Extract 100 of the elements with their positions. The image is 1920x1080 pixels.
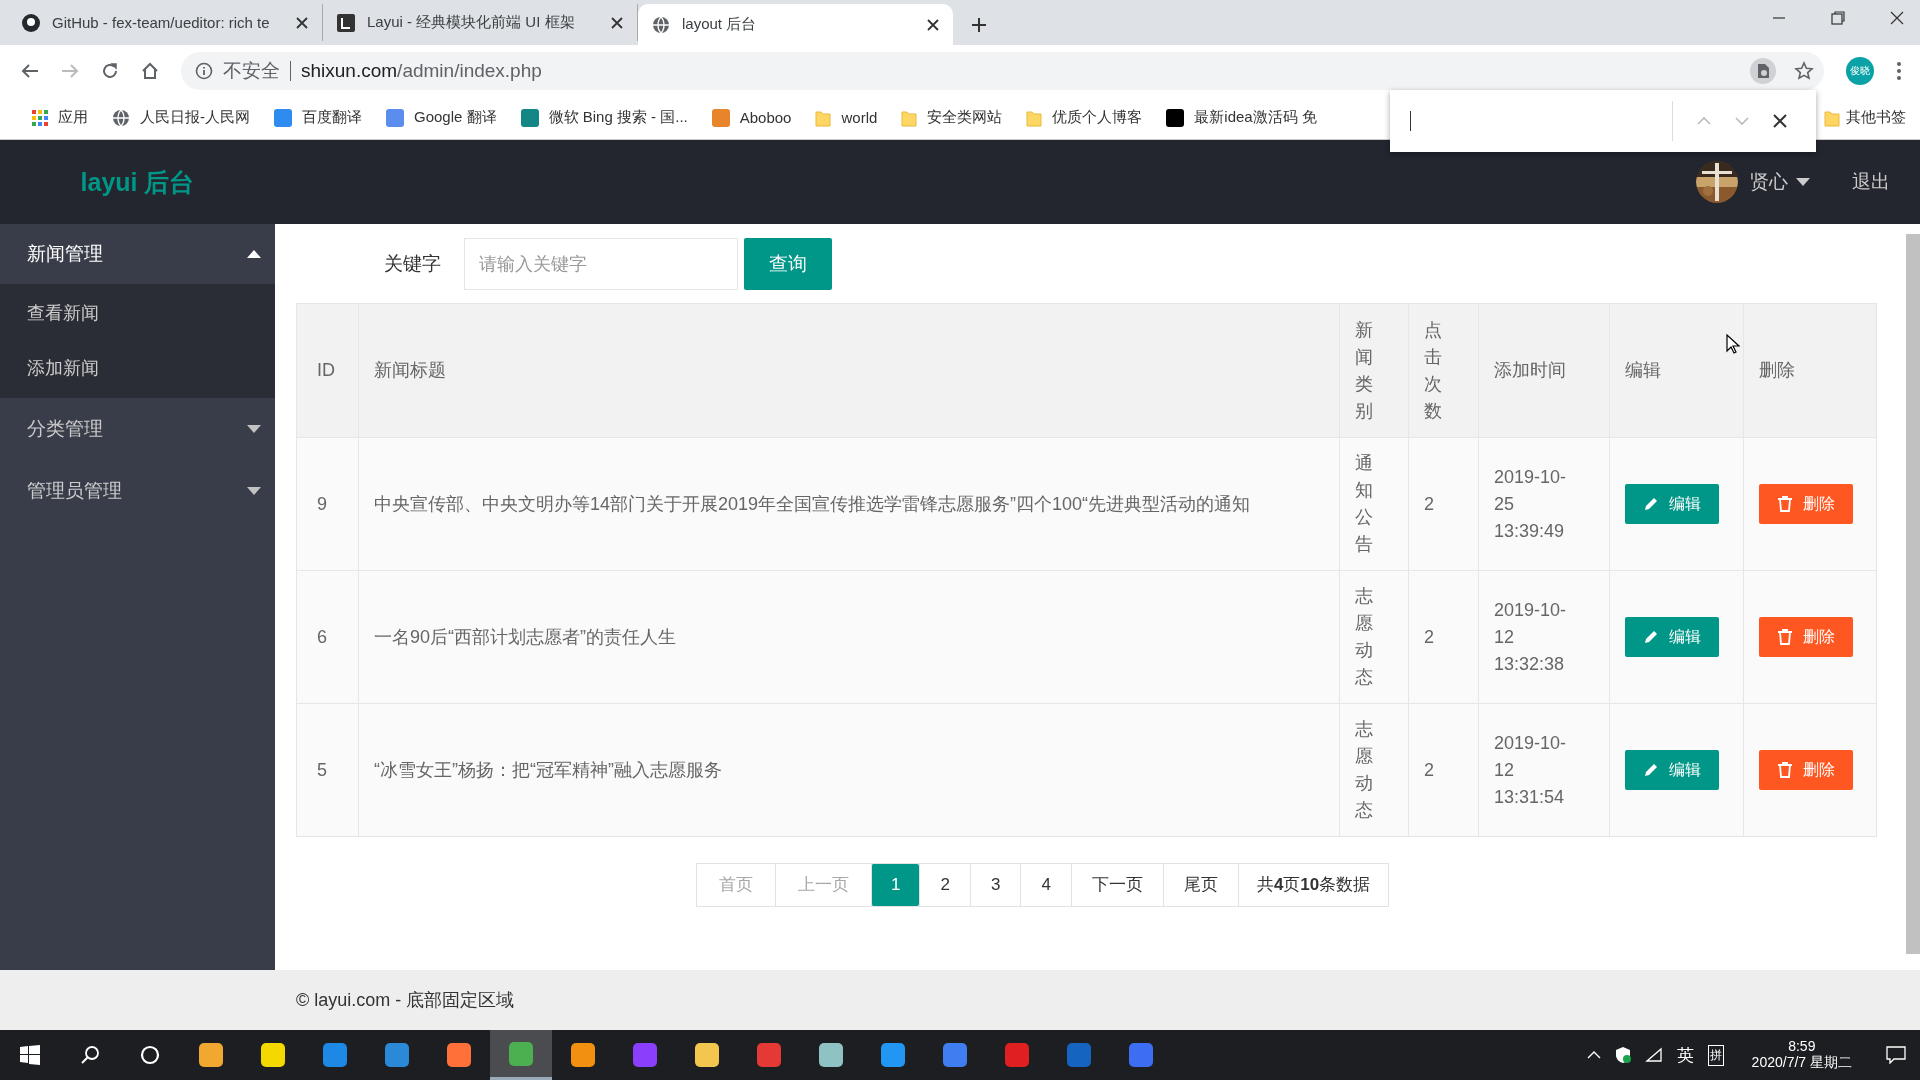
bookmark[interactable]: 安全类网站 xyxy=(889,103,1015,132)
table-cell: “冰雪女王”杨扬：把“冠军精神”融入志愿服务 xyxy=(358,703,1340,837)
search-icon[interactable] xyxy=(80,1045,100,1065)
wifi-icon[interactable] xyxy=(1644,1047,1663,1063)
close-icon[interactable] xyxy=(1890,11,1904,25)
pencil-icon xyxy=(1643,496,1659,512)
table-cell: 2019-10-12 13:31:54 xyxy=(1478,703,1610,837)
browser-tab[interactable]: GitHub - fex-team/ueditor: rich te xyxy=(8,4,323,41)
column-header: 新闻标题 xyxy=(358,303,1340,438)
close-icon[interactable] xyxy=(1773,114,1787,128)
info-icon xyxy=(195,61,213,80)
back-icon[interactable] xyxy=(21,62,39,79)
star-icon[interactable] xyxy=(1794,60,1814,81)
bookmark[interactable]: 优质个人博客 xyxy=(1014,103,1155,132)
browser-tab[interactable]: layout 后台 xyxy=(638,4,953,45)
tab-title: GitHub - fex-team/ueditor: rich te xyxy=(52,14,271,31)
user-menu[interactable]: 贤心 xyxy=(1750,169,1810,195)
notification-icon[interactable] xyxy=(1886,1046,1906,1064)
column-header: 编辑 xyxy=(1609,303,1744,438)
bookmark[interactable]: 百度翻译 xyxy=(262,103,374,132)
logout-link[interactable]: 退出 xyxy=(1852,169,1890,195)
table-cell: 2019-10-25 13:39:49 xyxy=(1478,437,1610,571)
pencil-icon xyxy=(1643,762,1659,778)
field-label: 关键字 xyxy=(384,252,442,276)
nav-item[interactable]: 查看新闻 xyxy=(0,286,275,341)
table-cell: 中央宣传部、中央文明办等14部门关于开展2019年全国宣传推选学雷锋志愿服务”四个100“先进典型活动的通知 xyxy=(358,437,1340,571)
globe-icon xyxy=(652,15,670,34)
edit-button[interactable]: 编辑 xyxy=(1625,617,1719,657)
trash-icon xyxy=(1777,762,1793,778)
restore-icon[interactable] xyxy=(1831,11,1845,25)
folder-icon xyxy=(1026,108,1043,127)
table-cell: 6 xyxy=(296,570,359,704)
search-button[interactable]: 查询 xyxy=(744,238,832,290)
url-text: shixun.com/admin/index.php xyxy=(301,59,543,82)
close-icon[interactable] xyxy=(296,16,308,29)
close-icon[interactable] xyxy=(927,18,939,31)
pencil-icon xyxy=(1643,629,1659,645)
nav-group[interactable]: 管理员管理 xyxy=(0,460,275,522)
edit-button[interactable]: 编辑 xyxy=(1625,750,1719,790)
nav-item[interactable]: 添加新闻 xyxy=(0,341,275,396)
grid-icon xyxy=(32,109,48,126)
bookmark[interactable]: Aboboo xyxy=(699,103,804,132)
bookmark[interactable]: Google 翻译 xyxy=(374,103,509,132)
table-cell: 2 xyxy=(1408,703,1479,837)
input-method-indicator[interactable]: 英 xyxy=(1676,1043,1694,1067)
plus-icon[interactable] xyxy=(971,17,987,33)
caret-down-icon xyxy=(247,425,261,433)
reload-icon[interactable] xyxy=(101,61,119,80)
caret-up-icon[interactable] xyxy=(1586,1051,1601,1059)
edit-button[interactable]: 编辑 xyxy=(1625,484,1719,524)
page-link[interactable]: 2 xyxy=(919,864,970,906)
cursor-icon xyxy=(1726,334,1740,354)
page-link[interactable]: 3 xyxy=(969,864,1021,906)
table-cell: 志愿动态 xyxy=(1339,703,1409,837)
bookmark[interactable]: 微软 Bing 搜索 - 国... xyxy=(508,103,700,132)
table-cell: 2 xyxy=(1408,570,1479,704)
page-link[interactable]: 1 xyxy=(871,864,920,906)
close-icon[interactable] xyxy=(611,16,623,29)
table-cell: 5 xyxy=(296,703,359,837)
trash-icon xyxy=(1777,496,1793,512)
table-cell: 2019-10-12 13:32:38 xyxy=(1478,570,1610,704)
search-field[interactable]: 请输入关键字 xyxy=(464,238,738,290)
bookmark[interactable]: 最新idea激活码 免 xyxy=(1154,103,1329,132)
caret-down-icon xyxy=(247,487,261,495)
page-link[interactable]: 4 xyxy=(1020,864,1071,906)
logo-text[interactable]: layui 后台 xyxy=(0,165,275,199)
nav-group[interactable]: 分类管理 xyxy=(0,398,275,460)
address-bar[interactable]: 不安全 shixun.com/admin/index.php xyxy=(181,51,1824,90)
bookmark[interactable]: world xyxy=(803,103,890,132)
zoom-page-icon[interactable] xyxy=(1750,57,1776,84)
page-link[interactable]: 下一页 xyxy=(1070,864,1163,906)
footer-text: © layui.com - 底部固定区域 xyxy=(0,970,1920,1030)
home-icon[interactable] xyxy=(141,61,159,80)
table-cell: 志愿动态 xyxy=(1339,570,1409,704)
column-header: 删除 xyxy=(1743,303,1877,438)
browser-tab[interactable]: Layui - 经典模块化前端 UI 框架 xyxy=(323,4,638,41)
bookmark[interactable]: 应用 xyxy=(20,103,100,132)
table-cell: 通知公告 xyxy=(1339,437,1409,571)
more-icon[interactable] xyxy=(1896,60,1902,81)
bookmark[interactable]: 其他书签 xyxy=(1820,103,1920,132)
windows-icon[interactable] xyxy=(20,1045,40,1065)
shield-icon[interactable] xyxy=(1614,1046,1631,1064)
trash-icon xyxy=(1777,629,1793,645)
page-link[interactable]: 尾页 xyxy=(1162,864,1238,906)
folder-icon xyxy=(1824,108,1840,127)
clock[interactable]: 8:59 2020/7/7 星期二 xyxy=(1751,1038,1852,1072)
column-header: 点击次数 xyxy=(1408,303,1479,438)
folder-icon xyxy=(815,108,832,127)
input-method-indicator[interactable]: 拼 xyxy=(1707,1044,1724,1066)
scrollbar[interactable] xyxy=(1906,234,1920,954)
security-label: 不安全 xyxy=(223,60,291,81)
tab-title: layout 后台 xyxy=(682,15,758,34)
circle-logo-icon xyxy=(22,13,40,32)
globe-icon xyxy=(112,108,130,127)
circle-icon[interactable] xyxy=(140,1045,160,1065)
page-summary: 共4页10条数据 xyxy=(1237,864,1389,906)
table-cell: 9 xyxy=(296,437,359,571)
bookmark[interactable]: 人民日报-人民网 xyxy=(100,103,262,132)
tab-title: Layui - 经典模块化前端 UI 框架 xyxy=(367,13,576,32)
caret-up-icon xyxy=(247,250,261,258)
